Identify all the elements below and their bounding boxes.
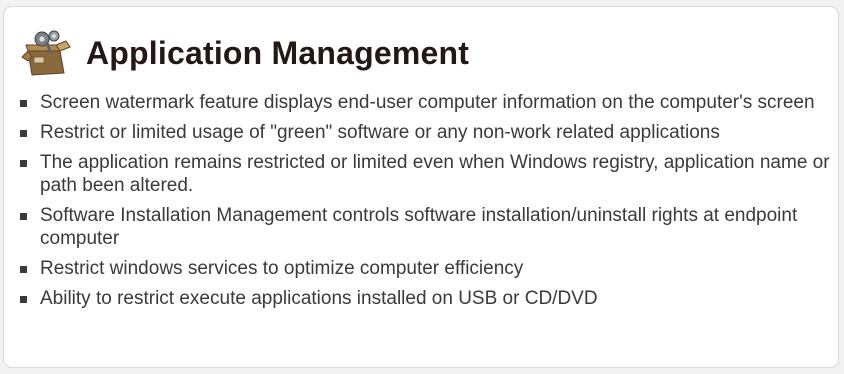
feature-list: Screen watermark feature displays end-us… — [20, 91, 835, 317]
feature-text: Software Installation Management control… — [40, 205, 798, 249]
bullet-icon — [20, 100, 27, 107]
feature-text: Restrict or limited usage of "green" sof… — [40, 122, 720, 143]
feature-text: Screen watermark feature displays end-us… — [40, 92, 815, 113]
bullet-icon — [20, 266, 27, 273]
panel-header: Application Management — [20, 27, 469, 79]
bullet-icon — [20, 160, 27, 167]
feature-item-restrict-software: Restrict or limited usage of "green" sof… — [20, 121, 835, 144]
bullet-icon — [20, 130, 27, 137]
feature-text: The application remains restricted or li… — [40, 152, 830, 196]
feature-item-windows-services: Restrict windows services to optimize co… — [20, 257, 835, 280]
application-management-panel: Application Management Screen watermark … — [3, 6, 839, 368]
application-box-icon — [21, 30, 71, 76]
feature-text: Ability to restrict execute applications… — [40, 288, 598, 309]
feature-item-registry-protection: The application remains restricted or li… — [20, 151, 835, 197]
bullet-icon — [20, 213, 27, 220]
feature-text: Restrict windows services to optimize co… — [40, 258, 524, 279]
feature-item-usb-cd-restriction: Ability to restrict execute applications… — [20, 287, 835, 310]
panel-title: Application Management — [86, 34, 470, 71]
bullet-icon — [20, 296, 27, 303]
feature-item-installation-management: Software Installation Management control… — [20, 204, 835, 250]
feature-item-watermark: Screen watermark feature displays end-us… — [20, 91, 835, 114]
